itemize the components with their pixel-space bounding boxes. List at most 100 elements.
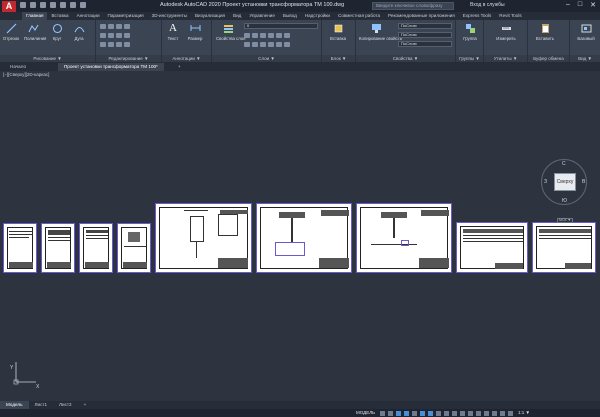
minimize-icon[interactable]: – (566, 1, 570, 9)
layer-isolate-icon[interactable] (252, 33, 258, 38)
viewcube[interactable]: С Ю З В Сверху (541, 159, 587, 205)
fillet-icon[interactable] (116, 33, 122, 38)
polyline-button[interactable]: Полилиния (24, 23, 46, 41)
layer-match-icon[interactable] (276, 33, 282, 38)
drawing-sheet-6[interactable] (256, 203, 352, 273)
insert-block-button[interactable]: Вставка (329, 23, 347, 41)
layer-dropdown[interactable]: 0 (244, 23, 318, 29)
layer-properties-button[interactable]: Свойства слоя (216, 23, 245, 41)
snap-icon[interactable] (388, 411, 393, 416)
copy-icon[interactable] (100, 33, 106, 38)
explode-icon[interactable] (124, 33, 130, 38)
trim-icon[interactable] (116, 24, 122, 29)
workspace-icon[interactable] (484, 411, 489, 416)
drawing-sheet-7[interactable] (356, 203, 452, 273)
auto-scale-icon[interactable] (468, 411, 473, 416)
layer-unisolate-icon[interactable] (252, 42, 258, 47)
viewcube-east[interactable]: В (582, 179, 585, 185)
open-file-icon[interactable] (30, 2, 36, 8)
viewcube-west[interactable]: З (544, 179, 547, 185)
lineweight-icon[interactable] (436, 411, 441, 416)
annotation-visibility-icon[interactable] (460, 411, 465, 416)
annotation-scale[interactable]: 1:1 ▼ (518, 410, 530, 415)
block-panel-title[interactable]: Блок ▼ (322, 55, 355, 62)
dimension-button[interactable]: Размер (186, 23, 204, 41)
measure-button[interactable]: Измерить (494, 23, 518, 41)
layer-walk-icon[interactable] (284, 42, 290, 47)
tab-visualize[interactable]: Визуализация (191, 12, 229, 20)
drawing-sheet-3[interactable] (79, 223, 113, 273)
annotation-panel-title[interactable]: Аннотации ▼ (162, 55, 211, 62)
stretch-icon[interactable] (100, 42, 106, 47)
object-snap-icon[interactable] (428, 411, 433, 416)
tab-layout2[interactable]: Лист2 (53, 401, 78, 409)
application-menu-button[interactable]: A (2, 1, 16, 12)
drawing-sheet-2[interactable] (41, 223, 75, 273)
utilities-panel-title[interactable]: Утилиты ▼ (484, 55, 527, 62)
model-space-toggle[interactable]: МОДЕЛЬ (356, 410, 375, 415)
layer-current-icon[interactable] (276, 42, 282, 47)
layer-lock-icon[interactable] (268, 33, 274, 38)
search-input[interactable]: Введите ключевое слово/фразу (372, 2, 454, 10)
tab-insert[interactable]: Вставка (47, 12, 72, 20)
redo-icon[interactable] (80, 2, 86, 8)
tab-view[interactable]: Вид (229, 12, 245, 20)
annotation-scale-icon[interactable] (476, 411, 481, 416)
selection-cycling-icon[interactable] (452, 411, 457, 416)
close-icon[interactable]: ✕ (590, 1, 596, 9)
match-properties-button[interactable]: Копирование свойств (359, 23, 402, 41)
drawing-sheet-9[interactable] (532, 222, 596, 273)
save-icon[interactable] (40, 2, 46, 8)
layer-off-icon[interactable] (244, 33, 250, 38)
undo-icon[interactable] (70, 2, 76, 8)
view-panel-title[interactable]: Вид ▼ (570, 55, 600, 62)
new-tab-button[interactable]: + (172, 63, 187, 71)
erase-icon[interactable] (124, 24, 130, 29)
polar-icon[interactable] (404, 411, 409, 416)
layer-on-icon[interactable] (244, 42, 250, 47)
isodraft-icon[interactable] (412, 411, 417, 416)
properties-panel-title[interactable]: Свойства ▼ (356, 55, 455, 62)
drawing-area[interactable]: [−][Сверху][2D-каркас] С Ю З В Сверху МС… (0, 71, 600, 401)
tab-collaborate[interactable]: Совместная работа (334, 12, 384, 20)
color-dropdown[interactable]: ПоСлою (398, 23, 452, 29)
layers-panel-title[interactable]: Слои ▼ (212, 55, 321, 62)
tab-express-tools[interactable]: Express Tools (459, 12, 496, 20)
ortho-icon[interactable] (396, 411, 401, 416)
doc-tab-start[interactable]: Начало (4, 63, 32, 71)
tab-revit-tools[interactable]: Revit Tools (495, 12, 525, 20)
drawing-sheet-1[interactable] (3, 223, 37, 273)
group-button[interactable]: Группа (461, 23, 479, 41)
drawing-sheet-4[interactable] (117, 223, 151, 273)
layer-unlock-icon[interactable] (268, 42, 274, 47)
tab-addins[interactable]: Надстройки (301, 12, 334, 20)
drawing-sheet-5[interactable] (155, 203, 252, 273)
rotate-icon[interactable] (108, 24, 114, 29)
tab-manage[interactable]: Управление (245, 12, 279, 20)
quick-properties-icon[interactable] (500, 411, 505, 416)
circle-button[interactable]: Круг (48, 23, 66, 41)
grid-icon[interactable] (380, 411, 385, 416)
clipboard-panel-title[interactable]: Буфер обмена (528, 55, 569, 62)
groups-panel-title[interactable]: Группы ▼ (456, 55, 483, 62)
isolate-objects-icon[interactable] (508, 411, 513, 416)
array-icon[interactable] (116, 42, 122, 47)
units-icon[interactable] (492, 411, 497, 416)
transparency-icon[interactable] (444, 411, 449, 416)
move-icon[interactable] (100, 24, 106, 29)
sign-in-button[interactable]: Вход в службы (470, 2, 505, 8)
wcs-menu[interactable]: МСК ▼ (557, 218, 573, 223)
plot-icon[interactable] (60, 2, 66, 8)
viewcube-face-top[interactable]: Сверху (554, 173, 576, 191)
tab-parametric[interactable]: Параметризация (104, 12, 148, 20)
line-button[interactable]: Отрезок (2, 23, 20, 41)
viewcube-north[interactable]: С (562, 161, 566, 167)
add-layout-button[interactable]: + (78, 401, 93, 409)
maximize-icon[interactable]: □ (578, 1, 582, 9)
tab-layout1[interactable]: Лист1 (29, 401, 54, 409)
text-button[interactable]: A Текст (164, 23, 182, 42)
tab-annotate[interactable]: Аннотации (73, 12, 104, 20)
layer-previous-icon[interactable] (284, 33, 290, 38)
tab-model[interactable]: Модель (0, 401, 29, 409)
object-snap-tracking-icon[interactable] (420, 411, 425, 416)
